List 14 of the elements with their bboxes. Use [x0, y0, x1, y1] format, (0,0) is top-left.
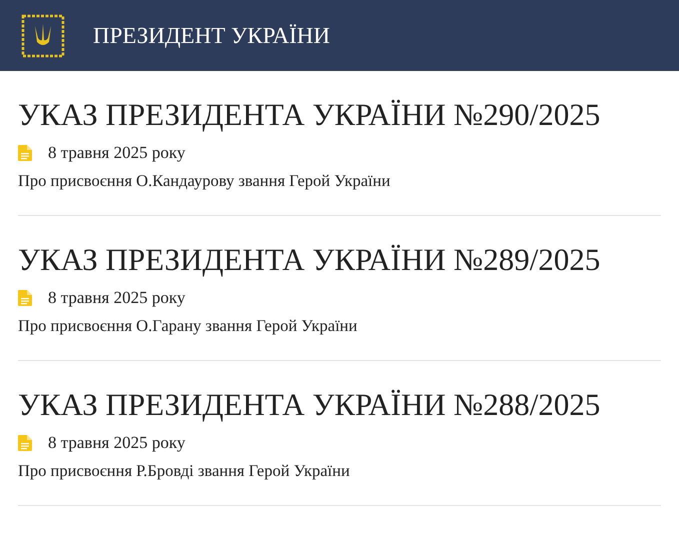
- document-icon: [18, 290, 32, 306]
- decree-title[interactable]: УКАЗ ПРЕЗИДЕНТА УКРАЇНИ №290/2025: [18, 95, 661, 135]
- trident-emblem-icon[interactable]: [21, 14, 65, 58]
- decree-title[interactable]: УКАЗ ПРЕЗИДЕНТА УКРАЇНИ №288/2025: [18, 385, 661, 425]
- document-icon: [18, 145, 32, 161]
- document-icon: [18, 435, 32, 451]
- decree-date: 8 травня 2025 року: [48, 143, 186, 163]
- decree-date: 8 травня 2025 року: [48, 288, 186, 308]
- decree-title[interactable]: УКАЗ ПРЕЗИДЕНТА УКРАЇНИ №289/2025: [18, 240, 661, 280]
- site-title[interactable]: ПРЕЗИДЕНТ УКРАЇНИ: [93, 22, 330, 48]
- decree-date: 8 травня 2025 року: [48, 433, 186, 453]
- decree-summary: Про присвоєння О.Гарану звання Герой України: [18, 316, 358, 336]
- decree-summary: Про присвоєння Р.Бровді звання Герой України: [18, 461, 351, 481]
- decree-summary: Про присвоєння О.Кандаурову звання Герой України: [18, 171, 392, 191]
